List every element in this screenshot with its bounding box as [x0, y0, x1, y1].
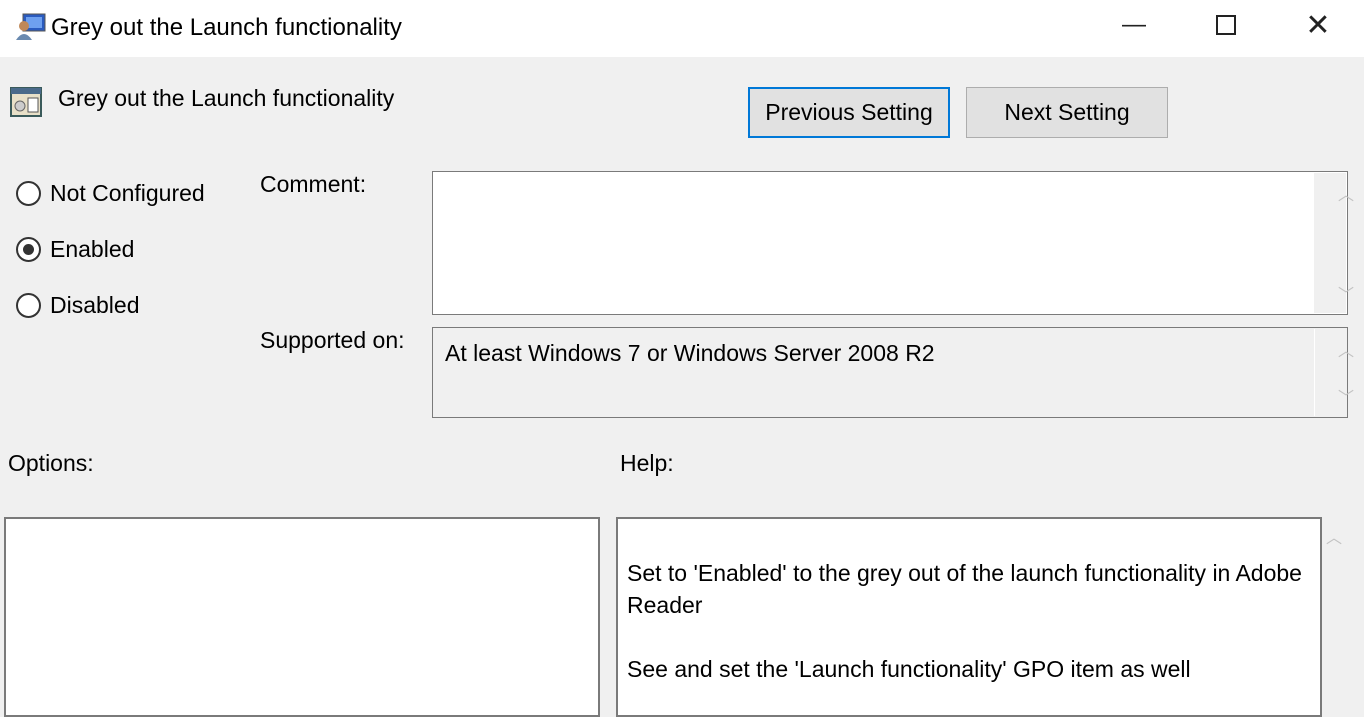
radio-disabled[interactable]: Disabled — [16, 292, 140, 319]
help-paragraph: See and set the 'Launch functionality' G… — [627, 656, 1191, 682]
radio-label: Not Configured — [50, 180, 205, 206]
scroll-down-icon[interactable]: ﹀ — [1331, 384, 1362, 408]
minimize-button[interactable]: — — [1088, 0, 1180, 50]
radio-label: Enabled — [50, 236, 135, 262]
radio-circle[interactable] — [16, 293, 41, 318]
setting-name: Grey out the Launch functionality — [58, 85, 395, 111]
maximize-button[interactable] — [1180, 0, 1272, 50]
scroll-up-icon[interactable]: ︿ — [1331, 337, 1362, 361]
window-title: Grey out the Launch functionality — [51, 14, 402, 41]
help-scroll-up-icon[interactable]: ︿ — [1326, 524, 1342, 548]
radio-enabled[interactable]: Enabled — [16, 236, 134, 263]
help-label: Help: — [620, 450, 674, 476]
supported-on-field: At least Windows 7 or Windows Server 200… — [432, 327, 1354, 418]
supported-scrollbar[interactable]: ︿ ﹀ — [1314, 329, 1354, 416]
minimize-icon: — — [1122, 11, 1146, 38]
options-panel — [4, 517, 600, 717]
title-bar: Grey out the Launch functionality — ✕ — [0, 0, 1364, 57]
radio-circle-selected[interactable] — [16, 237, 41, 262]
policy-setting-icon — [10, 87, 42, 117]
radio-label: Disabled — [50, 292, 140, 318]
comment-label: Comment: — [260, 171, 367, 197]
help-paragraph: Set to 'Enabled' to the grey out of the … — [627, 560, 1302, 618]
supported-on-label: Supported on: — [260, 327, 405, 353]
maximize-icon — [1216, 15, 1236, 35]
scroll-down-icon[interactable]: ﹀ — [1330, 281, 1362, 305]
radio-not-configured[interactable]: Not Configured — [16, 180, 205, 207]
help-panel: Set to 'Enabled' to the grey out of the … — [616, 517, 1322, 717]
previous-setting-button[interactable]: Previous Setting — [748, 87, 950, 138]
options-label: Options: — [8, 450, 94, 476]
radio-circle[interactable] — [16, 181, 41, 206]
next-setting-button[interactable]: Next Setting — [966, 87, 1168, 138]
comment-scrollbar[interactable]: ︿ ﹀ — [1314, 173, 1354, 313]
group-policy-computer-icon — [16, 13, 46, 40]
supported-on-value: At least Windows 7 or Windows Server 200… — [445, 340, 935, 366]
comment-textarea[interactable]: ︿ ﹀ — [432, 171, 1354, 315]
scroll-up-icon[interactable]: ︿ — [1330, 181, 1362, 205]
close-button[interactable]: ✕ — [1272, 0, 1364, 50]
close-icon: ✕ — [1305, 8, 1331, 42]
